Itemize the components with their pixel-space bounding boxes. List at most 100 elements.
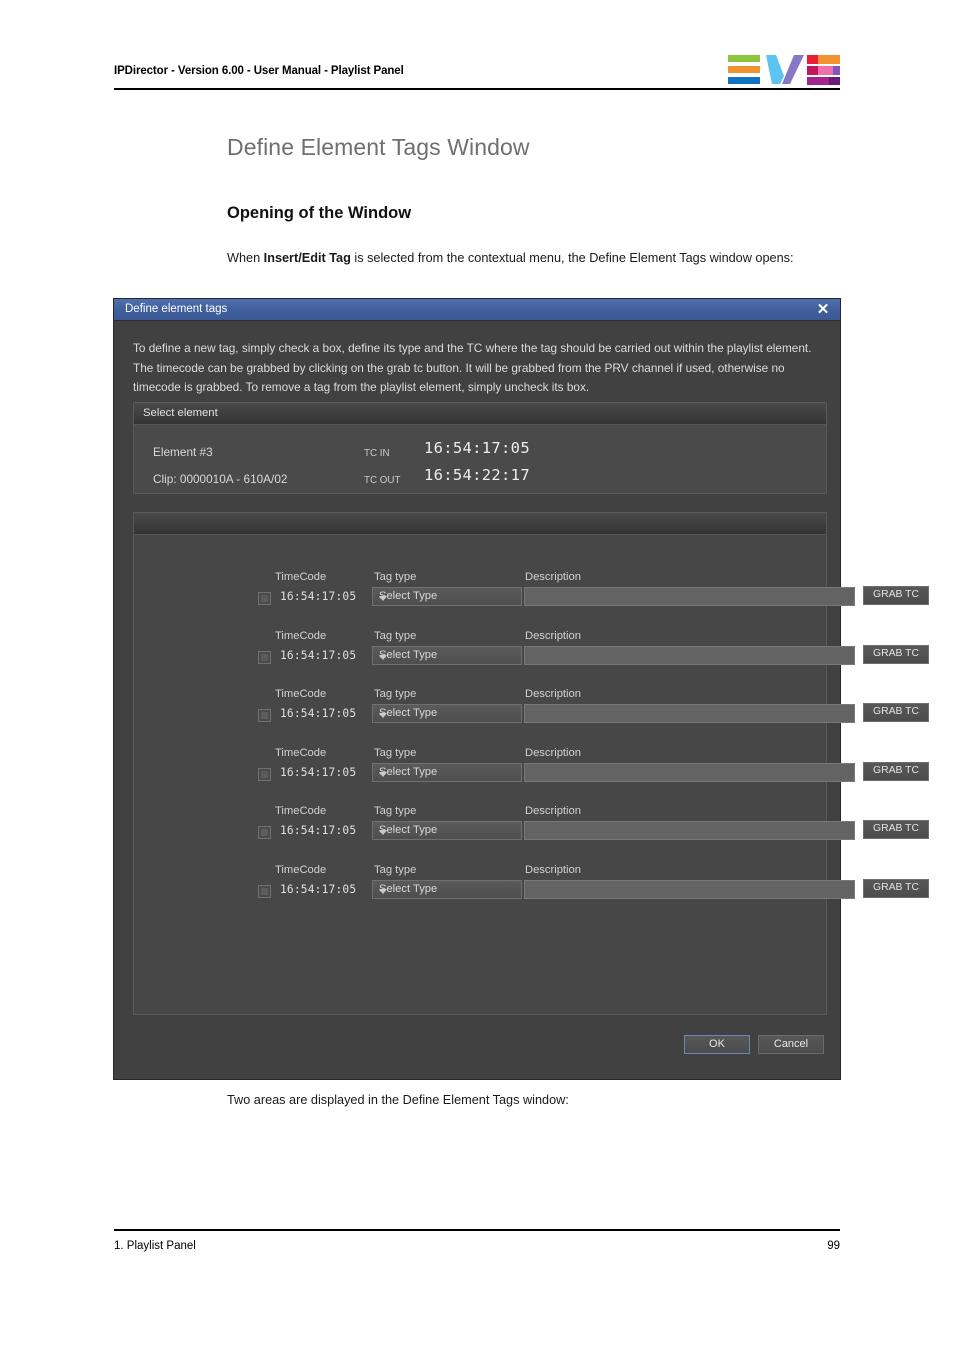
- table-row: TimeCode Tag type Description 16:54:17:05 Se…: [134, 746, 929, 791]
- checkbox-inner: [261, 888, 268, 895]
- page-header: IPDirector - Version 6.00 - User Manual …: [114, 52, 840, 90]
- tc-out-value: 16:54:22:17: [424, 466, 530, 484]
- tag-type-select-value: Select Type: [379, 883, 438, 895]
- intro-paragraph: When Insert/Edit Tag is selected from th…: [227, 248, 827, 269]
- timecode-column-header: TimeCode: [275, 571, 327, 583]
- dialog-title: Define element tags: [125, 303, 228, 315]
- tag-description-input[interactable]: [524, 880, 855, 899]
- grab-tc-button[interactable]: GRAB TC: [863, 586, 929, 605]
- tag-timecode-value[interactable]: 16:54:17:05: [280, 649, 356, 662]
- tag-enable-checkbox[interactable]: [258, 767, 271, 781]
- tag-description-input[interactable]: [524, 821, 855, 841]
- timecode-column-header: TimeCode: [275, 805, 327, 818]
- document-header-title: IPDirector - Version 6.00 - User Manual …: [114, 65, 404, 77]
- tag-type-column-header: Tag type: [374, 571, 417, 583]
- ok-button-label: OK: [709, 1038, 725, 1050]
- tag-type-select-value: Select Type: [379, 765, 438, 778]
- grab-tc-button[interactable]: GRAB TC: [863, 703, 929, 723]
- chevron-down-icon: [379, 889, 387, 894]
- tag-enable-checkbox[interactable]: [258, 885, 271, 898]
- section-heading: Opening of the Window: [227, 204, 412, 222]
- tag-type-column-header: Tag type: [374, 805, 417, 818]
- checkbox-inner: [261, 829, 268, 837]
- after-paragraph: Two areas are displayed in the Define El…: [227, 1093, 569, 1107]
- clip-label: Clip: 0000010A - 610A/02: [153, 472, 288, 486]
- tag-description-input[interactable]: [524, 587, 855, 606]
- tag-type-column-header: Tag type: [374, 864, 417, 876]
- tag-type-select[interactable]: Select Type: [372, 587, 522, 606]
- tag-timecode-value[interactable]: 16:54:17:05: [280, 824, 356, 837]
- select-element-panel: Select element Element #3 Clip: 0000010A…: [133, 402, 827, 494]
- tag-type-select[interactable]: Select Type: [372, 880, 522, 899]
- page-footer: 1. Playlist Panel 99: [114, 1229, 840, 1261]
- tag-enable-checkbox[interactable]: [258, 592, 271, 605]
- tag-type-column-header: Tag type: [374, 688, 417, 701]
- tag-timecode-value[interactable]: 16:54:17:05: [280, 707, 356, 720]
- cancel-button[interactable]: Cancel: [758, 1035, 824, 1054]
- page-title: Define Element Tags Window: [227, 134, 530, 160]
- chevron-down-icon: [379, 713, 387, 719]
- element-label: Element #3: [153, 445, 213, 459]
- checkbox-inner: [261, 770, 268, 778]
- grab-tc-button-label: GRAB TC: [873, 706, 919, 718]
- chevron-down-icon: [379, 830, 387, 836]
- close-icon[interactable]: ✕: [812, 300, 834, 320]
- table-row: TimeCode Tag type Description 16:54:17:05 Se…: [134, 864, 929, 908]
- tag-description-input[interactable]: [524, 645, 855, 665]
- description-column-header: Description: [525, 864, 581, 876]
- chevron-down-icon: [379, 654, 387, 660]
- tag-enable-checkbox[interactable]: [258, 826, 271, 840]
- tc-out-label: TC OUT: [364, 475, 401, 486]
- timecode-column-header: TimeCode: [275, 688, 327, 701]
- tags-panel: TimeCode Tag type Description 16:54:17:05 Se…: [133, 512, 929, 1015]
- grab-tc-button-label: GRAB TC: [873, 589, 919, 600]
- tag-enable-checkbox[interactable]: [258, 709, 271, 723]
- tag-type-select-value: Select Type: [379, 648, 438, 661]
- evs-logo-svg: [728, 55, 840, 85]
- grab-tc-button[interactable]: GRAB TC: [863, 761, 929, 781]
- tag-type-select[interactable]: Select Type: [372, 821, 522, 841]
- tag-timecode-value[interactable]: 16:54:17:05: [280, 766, 356, 779]
- dialog-instructions: To define a new tag, simply check a box,…: [133, 341, 812, 394]
- tag-type-select-value: Select Type: [379, 707, 438, 720]
- table-row: TimeCode Tag type Description 16:54:17:05 Se…: [134, 571, 929, 615]
- cancel-button-label: Cancel: [773, 1038, 809, 1050]
- grab-tc-button[interactable]: GRAB TC: [863, 820, 929, 840]
- table-row: TimeCode Tag type Description 16:54:17:05 Se…: [134, 805, 929, 849]
- tag-type-select-value: Select Type: [379, 824, 438, 837]
- footer-chapter: 1. Playlist Panel: [114, 1240, 196, 1252]
- description-column-header: Description: [525, 629, 581, 642]
- select-element-header: Select element: [134, 403, 826, 425]
- tag-description-input[interactable]: [524, 704, 855, 724]
- tags-panel-header: [134, 513, 826, 535]
- description-column-header: Description: [525, 688, 581, 701]
- tag-type-select[interactable]: Select Type: [372, 704, 522, 724]
- description-column-header: Description: [525, 571, 581, 583]
- table-row: TimeCode Tag type Description 16:54:17:05 Se…: [134, 688, 929, 732]
- ok-button[interactable]: OK: [684, 1035, 750, 1054]
- grab-tc-button-label: GRAB TC: [873, 764, 919, 776]
- footer-page-number: 99: [827, 1240, 840, 1252]
- tag-type-select[interactable]: Select Type: [372, 645, 522, 665]
- grab-tc-button[interactable]: GRAB TC: [863, 644, 929, 664]
- tag-timecode-value[interactable]: 16:54:17:05: [280, 590, 356, 603]
- grab-tc-button[interactable]: GRAB TC: [863, 879, 929, 898]
- tag-type-column-header: Tag type: [374, 746, 417, 759]
- timecode-column-header: TimeCode: [275, 629, 327, 642]
- define-element-tags-dialog: Define element tags ✕ To define a new ta…: [113, 298, 929, 1080]
- tag-enable-checkbox[interactable]: [258, 650, 271, 664]
- dialog-titlebar: Define element tags ✕: [114, 299, 840, 321]
- tag-timecode-value[interactable]: 16:54:17:05: [280, 883, 356, 896]
- table-row: TimeCode Tag type Description 16:54:17:05 Se…: [134, 629, 929, 674]
- tc-in-value: 16:54:17:05: [424, 439, 530, 457]
- checkbox-inner: [261, 712, 268, 720]
- chevron-down-icon: [379, 771, 387, 777]
- timecode-column-header: TimeCode: [275, 746, 327, 759]
- description-column-header: Description: [525, 746, 581, 759]
- tag-description-input[interactable]: [524, 762, 855, 782]
- tc-in-label: TC IN: [364, 448, 390, 459]
- intro-text-pre: When: [227, 251, 264, 265]
- chevron-down-icon: [379, 596, 387, 601]
- tag-type-select[interactable]: Select Type: [372, 762, 522, 782]
- intro-text-post: is selected from the contextual menu, th…: [350, 251, 794, 265]
